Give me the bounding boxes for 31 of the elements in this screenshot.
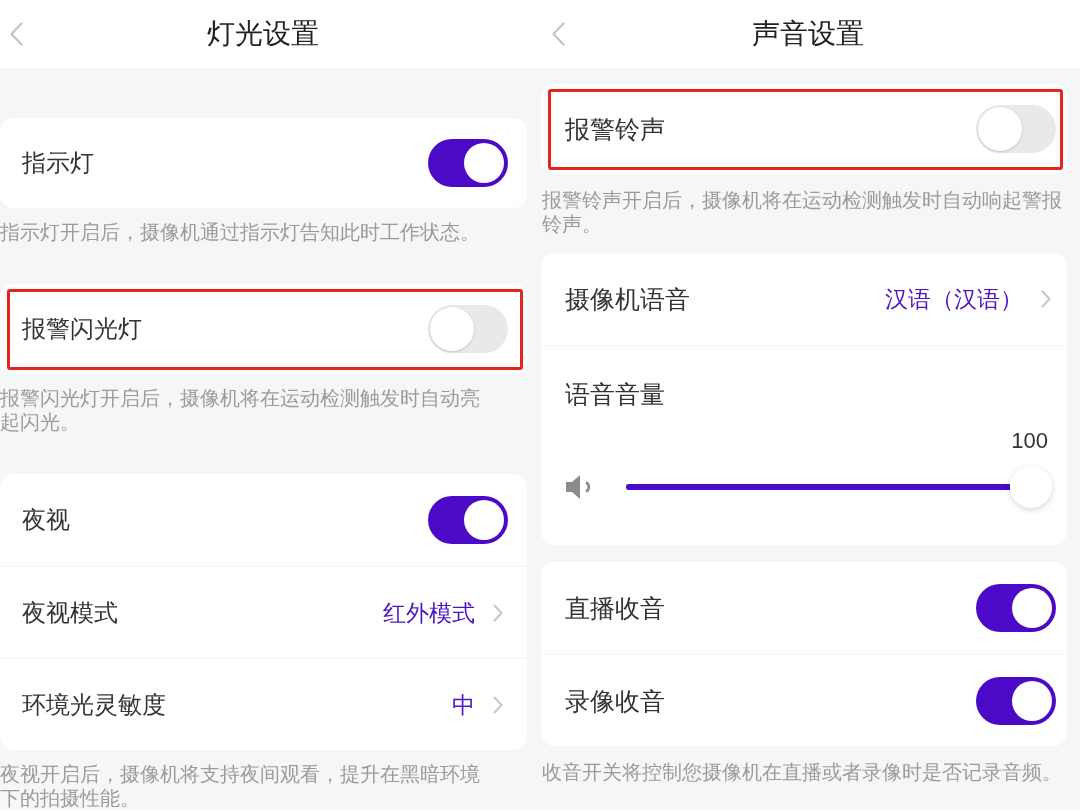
- toggle-switch[interactable]: [428, 496, 508, 544]
- setting-label: 语音音量: [565, 379, 666, 410]
- setting-value[interactable]: 汉语（汉语）: [885, 283, 1023, 315]
- setting-description: 指示灯开启后，摄像机通过指示灯告知此时工作状态。: [0, 220, 481, 244]
- toggle-switch[interactable]: [976, 676, 1056, 725]
- setting-label: 报警铃声: [565, 114, 665, 145]
- toggle-switch[interactable]: [428, 305, 508, 353]
- setting-label: 环境光灵敏度: [22, 689, 166, 720]
- setting-label: 夜视: [22, 505, 70, 535]
- page-title: 灯光设置: [206, 17, 320, 51]
- setting-value[interactable]: 中: [452, 688, 475, 721]
- toggle-switch[interactable]: [428, 139, 508, 187]
- setting-label: 夜视模式: [22, 597, 118, 628]
- chevron-right-icon: [493, 603, 503, 622]
- slider-value: 100: [1011, 427, 1048, 455]
- page-title: 声音设置: [751, 17, 865, 51]
- setting-description: 夜视开启后，摄像机将支持夜间观看，提升在黑暗环境下的拍摄性能。: [0, 762, 481, 810]
- setting-label: 报警闪光灯: [22, 314, 142, 344]
- setting-label: 指示灯: [22, 148, 94, 178]
- setting-description: 报警闪光灯开启后，摄像机将在运动检测触发时自动亮起闪光。: [0, 386, 481, 434]
- toggle-switch[interactable]: [976, 584, 1056, 632]
- slider-thumb[interactable]: [1010, 466, 1052, 508]
- setting-label: 摄像机语音: [565, 284, 690, 315]
- setting-value[interactable]: 红外模式: [383, 596, 475, 629]
- setting-label: 直播收音: [565, 593, 665, 624]
- setting-label: 录像收音: [565, 685, 665, 717]
- toggle-switch[interactable]: [976, 105, 1056, 153]
- setting-description: 收音开关将控制您摄像机在直播或者录像时是否记录音频。: [541, 760, 1063, 784]
- chevron-right-icon: [493, 695, 503, 714]
- chevron-right-icon: [1041, 290, 1051, 308]
- setting-description: 报警铃声开启后，摄像机将在运动检测触发时自动响起警报铃声。: [541, 188, 1063, 236]
